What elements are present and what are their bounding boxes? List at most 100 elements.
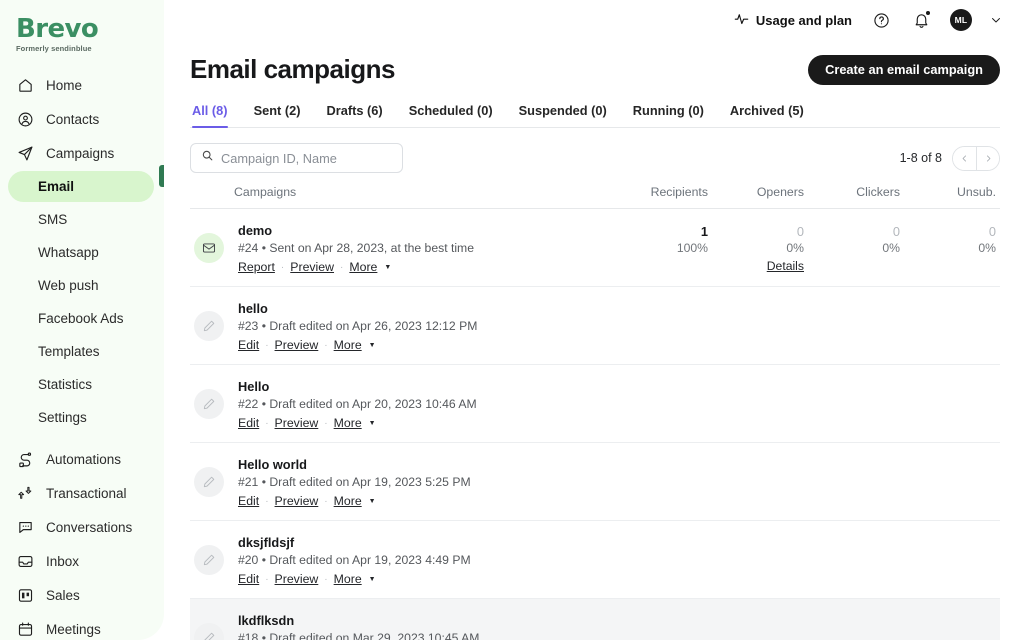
row-text: demo #24 • Sent on Apr 28, 2023, at the b…	[238, 222, 474, 274]
table-row[interactable]: demo #24 • Sent on Apr 28, 2023, at the b…	[190, 209, 1000, 287]
sidebar-item-label: Contacts	[46, 111, 100, 127]
campaign-meta: #23 • Draft edited on Apr 26, 2023 12:12…	[238, 319, 478, 333]
campaign-meta: #22 • Draft edited on Apr 20, 2023 10:46…	[238, 397, 477, 411]
chevron-down-icon: ▼	[368, 341, 376, 349]
stat-value: 0	[988, 224, 996, 239]
tab-scheduled[interactable]: Scheduled (0)	[409, 103, 493, 127]
next-page-button[interactable]	[976, 146, 999, 170]
brand-logo[interactable]: Brevo Formerly sendinblue	[0, 6, 164, 65]
envelope-icon	[194, 233, 224, 263]
campaign-name: dksjfldsjf	[238, 535, 295, 550]
sidebar-item-conversations[interactable]: Conversations	[8, 511, 154, 543]
sales-icon	[16, 586, 34, 604]
search-input[interactable]	[221, 150, 392, 166]
action-separator: ·	[265, 417, 269, 429]
table-toolbar: 1-8 of 8	[190, 143, 1000, 173]
row-action-preview[interactable]: Preview	[275, 572, 319, 586]
row-stats: 1 100% 0 0% Details 0 0% 0 0%	[612, 222, 996, 273]
search-box[interactable]	[190, 143, 403, 173]
stat-unsub: 0 0%	[900, 224, 996, 273]
pencil-icon	[194, 467, 224, 497]
sidebar-item-whatsapp[interactable]: Whatsapp	[8, 237, 154, 268]
row-actions: Edit · Preview · More ▼	[238, 338, 477, 352]
sidebar-item-web-push[interactable]: Web push	[8, 270, 154, 301]
main-content: Usage and plan ML Email campaigns Create…	[164, 0, 1024, 640]
row-action-preview[interactable]: Preview	[290, 260, 334, 274]
sidebar-item-meetings[interactable]: Meetings	[8, 613, 154, 640]
chevron-down-icon: ▼	[368, 419, 376, 427]
table-body: demo #24 • Sent on Apr 28, 2023, at the b…	[190, 209, 1000, 640]
row-action-more[interactable]: More	[349, 260, 377, 274]
help-circle-icon[interactable]	[870, 9, 892, 31]
tab-drafts[interactable]: Drafts (6)	[327, 103, 383, 127]
sidebar-item-label: Email	[38, 179, 75, 195]
sidebar-item-statistics[interactable]: Statistics	[8, 369, 154, 400]
sidebar-item-sms[interactable]: SMS	[8, 204, 154, 235]
sidebar-item-label: Home	[46, 77, 83, 93]
campaign-meta: #24 • Sent on Apr 28, 2023, at the best …	[238, 241, 474, 255]
chevron-down-icon: ▼	[368, 497, 376, 505]
row-action-edit[interactable]: Edit	[238, 416, 259, 430]
home-icon	[16, 76, 34, 94]
stat-openers: 0 0% Details	[708, 224, 804, 273]
row-action-more[interactable]: More	[334, 338, 362, 352]
sidebar-item-label: Campaigns	[46, 145, 115, 161]
campaigns-table: Campaigns Recipients Openers Clickers Un…	[190, 185, 1000, 640]
conversations-icon	[16, 518, 34, 536]
sidebar-item-campaigns[interactable]: Campaigns	[8, 137, 154, 169]
sidebar-item-label: Sales	[46, 587, 80, 603]
pencil-icon	[194, 623, 224, 640]
tab-running[interactable]: Running (0)	[633, 103, 704, 127]
sidebar-item-transactional[interactable]: Transactional	[8, 477, 154, 509]
sidebar-item-inbox[interactable]: Inbox	[8, 545, 154, 577]
row-action-more[interactable]: More	[334, 416, 362, 430]
row-action-preview[interactable]: Preview	[275, 494, 319, 508]
sidebar-item-templates[interactable]: Templates	[8, 336, 154, 367]
row-action-edit[interactable]: Edit	[238, 572, 259, 586]
sidebar-item-email[interactable]: Email	[8, 165, 164, 203]
bell-icon[interactable]	[910, 9, 932, 31]
table-row[interactable]: hello #23 • Draft edited on Apr 26, 2023 …	[190, 287, 1000, 365]
table-row[interactable]: Hello world #21 • Draft edited on Apr 19,…	[190, 443, 1000, 521]
row-main: Hello #22 • Draft edited on Apr 20, 2023 …	[190, 378, 996, 430]
row-text: lkdflksdn #18 • Draft edited on Mar 29, 2…	[238, 612, 479, 640]
row-action-edit[interactable]: Edit	[238, 494, 259, 508]
pencil-icon	[194, 389, 224, 419]
column-header-openers: Openers	[756, 185, 804, 199]
row-main: hello #23 • Draft edited on Apr 26, 2023 …	[190, 300, 996, 352]
stat-percent: 0%	[882, 241, 900, 255]
action-separator: ·	[324, 495, 328, 507]
row-actions: Edit · Preview · More ▼	[238, 572, 471, 586]
sidebar-item-contacts[interactable]: Contacts	[8, 103, 154, 135]
sidebar-item-automations[interactable]: Automations	[8, 443, 154, 475]
table-row[interactable]: dksjfldsjf #20 • Draft edited on Apr 19, …	[190, 521, 1000, 599]
chevron-down-icon[interactable]	[990, 14, 1002, 26]
row-action-edit[interactable]: Edit	[238, 338, 259, 352]
row-action-report[interactable]: Report	[238, 260, 275, 274]
row-action-more[interactable]: More	[334, 572, 362, 586]
stat-value: 0	[796, 224, 804, 239]
sidebar-item-facebook-ads[interactable]: Facebook Ads	[8, 303, 154, 334]
row-main: demo #24 • Sent on Apr 28, 2023, at the b…	[190, 222, 612, 274]
sidebar-item-sales[interactable]: Sales	[8, 579, 154, 611]
avatar[interactable]: ML	[950, 9, 972, 31]
stat-details-link[interactable]: Details	[767, 259, 804, 273]
prev-page-button[interactable]	[953, 146, 976, 170]
tab-all[interactable]: All (8)	[192, 103, 228, 128]
tab-suspended[interactable]: Suspended (0)	[519, 103, 607, 127]
create-email-campaign-button[interactable]: Create an email campaign	[808, 54, 1000, 85]
pagination-buttons	[952, 145, 1000, 171]
usage-and-plan-button[interactable]: Usage and plan	[734, 11, 852, 29]
row-action-preview[interactable]: Preview	[275, 338, 319, 352]
row-action-preview[interactable]: Preview	[275, 416, 319, 430]
tab-sent[interactable]: Sent (2)	[254, 103, 301, 127]
sidebar-item-home[interactable]: Home	[8, 69, 154, 101]
topbar: Usage and plan ML	[164, 0, 1024, 40]
row-action-more[interactable]: More	[334, 494, 362, 508]
table-row[interactable]: Hello #22 • Draft edited on Apr 20, 2023 …	[190, 365, 1000, 443]
sidebar-item-settings[interactable]: Settings	[8, 402, 154, 433]
action-separator: ·	[265, 339, 269, 351]
table-row[interactable]: lkdflksdn #18 • Draft edited on Mar 29, 2…	[190, 599, 1000, 640]
tab-archived[interactable]: Archived (5)	[730, 103, 804, 127]
meetings-icon	[16, 620, 34, 638]
